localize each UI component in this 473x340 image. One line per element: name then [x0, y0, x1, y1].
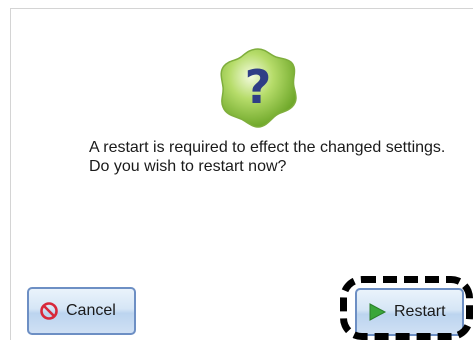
question-icon: ?	[216, 45, 300, 129]
dialog-message: A restart is required to effect the chan…	[89, 139, 446, 175]
restart-button[interactable]: Restart	[355, 288, 464, 336]
svg-text:?: ?	[245, 60, 272, 114]
cancel-button-label: Cancel	[66, 302, 116, 319]
no-entry-icon	[39, 301, 59, 321]
cancel-button[interactable]: Cancel	[27, 287, 136, 335]
play-arrow-icon	[367, 302, 387, 322]
restart-button-label: Restart	[394, 303, 446, 320]
